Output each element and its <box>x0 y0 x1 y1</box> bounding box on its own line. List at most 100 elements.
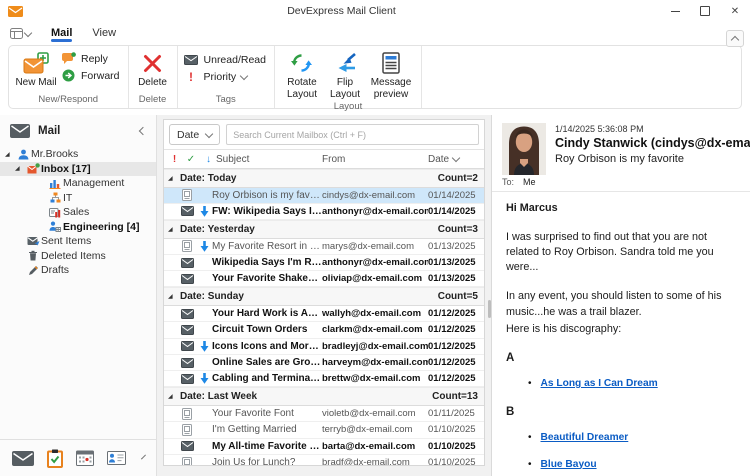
chevron-up-icon <box>731 36 739 44</box>
song-link[interactable]: As Long as I Can Dream <box>541 377 658 391</box>
maximize-button[interactable] <box>690 0 720 22</box>
splitter-handle[interactable] <box>488 300 491 318</box>
subject-column-header[interactable]: Subject <box>216 154 322 165</box>
message-row[interactable]: My All-time Favorite Quotebarta@dx-email… <box>164 439 484 455</box>
collapse-sidebar-icon[interactable] <box>139 127 147 135</box>
forward-button[interactable]: Forward <box>61 69 120 82</box>
sidebar-item-management[interactable]: Management <box>0 176 156 191</box>
bullet: • <box>528 377 532 391</box>
group-expander-icon[interactable]: ◢ <box>168 293 180 300</box>
message-row[interactable]: Your Hard Work is Appreciatedwallyh@dx-e… <box>164 306 484 322</box>
unread-envelope-icon <box>177 374 197 384</box>
priority-button[interactable]: ! Priority <box>184 70 266 84</box>
new-mail-label: New Mail <box>15 77 56 89</box>
message-row[interactable]: My Favorite Resort in Las Vegasmarys@dx-… <box>164 239 484 255</box>
tab-mail[interactable]: Mail <box>41 27 82 42</box>
group-label: Date: Yesterday <box>180 224 438 235</box>
song-link[interactable]: Beautiful Dreamer <box>541 431 629 445</box>
minimize-icon <box>671 11 680 12</box>
ribbon-tab-row: Mail View <box>0 22 750 42</box>
message-row[interactable]: Circuit Town Ordersclarkm@dx-email.com01… <box>164 322 484 338</box>
module-people-icon[interactable] <box>107 451 126 465</box>
tree-expander-icon[interactable]: ◢ <box>5 151 15 158</box>
discography-item: •Blue Bayou <box>528 458 736 472</box>
sidebar-item-engineering[interactable]: Engineering [4] <box>0 220 156 235</box>
message-row[interactable]: Cabling and Terminationbrettw@dx-email.c… <box>164 371 484 387</box>
message-subject-cell: Icons Icons and More Icons <box>212 341 322 352</box>
folder-label: Inbox <box>41 163 69 175</box>
delete-label: Delete <box>138 77 167 89</box>
group-header[interactable]: ◢Date: SundayCount=5 <box>164 287 484 306</box>
module-calendar-icon[interactable] <box>76 450 94 466</box>
search-input[interactable] <box>226 124 479 145</box>
application-menu-button[interactable] <box>10 28 31 39</box>
message-row[interactable]: FW: Wikipedia Says I'm Rightanthonyr@dx-… <box>164 204 484 220</box>
tab-view[interactable]: View <box>82 27 126 42</box>
message-preview-button[interactable]: Message preview <box>365 49 417 100</box>
group-count: Count=2 <box>438 173 478 184</box>
priority-column-icon[interactable]: ↓ <box>201 154 216 165</box>
hierarchy-icon <box>47 192 63 203</box>
unread-envelope-icon <box>177 358 197 368</box>
group-header[interactable]: ◢Date: YesterdayCount=3 <box>164 220 484 239</box>
sort-by-date-dropdown[interactable]: Date <box>169 124 220 145</box>
module-tasks-icon[interactable] <box>47 449 63 468</box>
module-options-chevron-icon[interactable] <box>141 455 146 460</box>
to-label: To: <box>502 177 514 187</box>
group-expander-icon[interactable]: ◢ <box>168 175 180 182</box>
message-row[interactable]: Icons Icons and More Iconsbradleyj@dx-em… <box>164 339 484 355</box>
flip-layout-button[interactable]: Flip Layout <box>325 49 365 100</box>
titlebar: DevExpress Mail Client ✕ <box>0 0 750 22</box>
message-list-panel: Date ! ✓ ↓ Subject From Date ◢Date: Toda… <box>163 119 485 466</box>
rotate-layout-button[interactable]: Rotate Layout <box>279 49 325 100</box>
group-expander-icon[interactable]: ◢ <box>168 393 180 400</box>
delete-icon <box>142 51 163 75</box>
ribbon-group-tags: Unread/Read ! Priority Tags <box>178 46 275 108</box>
collapse-ribbon-button[interactable] <box>726 30 744 47</box>
group-expander-icon[interactable]: ◢ <box>168 226 180 233</box>
group-label-tags: Tags <box>182 93 270 107</box>
message-row[interactable]: Wikipedia Says I'm Rightanthonyr@dx-emai… <box>164 255 484 271</box>
message-subject-cell: Your Favorite Shakespeare Play <box>212 273 322 284</box>
message-row[interactable]: Join Us for Lunch?bradf@dx-email.com01/1… <box>164 455 484 465</box>
importance-column-icon[interactable]: ! <box>164 154 181 165</box>
message-row[interactable]: Your Favorite Shakespeare Playoliviap@dx… <box>164 271 484 287</box>
message-body: Hi Marcus I was surprised to find out th… <box>492 192 750 476</box>
chart-icon <box>47 178 63 189</box>
sidebar-item-it[interactable]: IT <box>0 191 156 206</box>
sidebar-item-sales[interactable]: Sales <box>0 205 156 220</box>
unread-envelope-icon <box>177 325 197 335</box>
reply-button[interactable]: Reply <box>61 52 120 65</box>
sidebar-item-deleted-items[interactable]: Deleted Items <box>0 249 156 264</box>
read-state-column-icon[interactable]: ✓ <box>181 154 201 165</box>
message-row[interactable]: Online Sales are Growingharveym@dx-email… <box>164 355 484 371</box>
close-button[interactable]: ✕ <box>720 0 750 22</box>
message-row[interactable]: I'm Getting Marriedterryb@dx-email.com01… <box>164 422 484 438</box>
from-column-header[interactable]: From <box>322 154 428 165</box>
group-header[interactable]: ◢Date: Last WeekCount=13 <box>164 387 484 406</box>
sidebar-item-sent-items[interactable]: Sent Items <box>0 234 156 249</box>
discography: A•As Long as I Can DreamB•Beautiful Drea… <box>506 350 736 476</box>
sidebar-item-drafts[interactable]: Drafts <box>0 263 156 278</box>
date-column-header[interactable]: Date <box>428 154 484 165</box>
message-row[interactable]: Your Favorite Fontvioletb@dx-email.com01… <box>164 406 484 422</box>
message-date-cell: 01/13/2025 <box>428 273 484 284</box>
message-date-cell: 01/12/2025 <box>428 373 484 384</box>
song-link[interactable]: Blue Bayou <box>541 458 597 472</box>
minimize-button[interactable] <box>660 0 690 22</box>
folder-label: Management <box>63 177 124 189</box>
unread-envelope-icon <box>177 441 197 451</box>
ribbon-group-layout: Rotate Layout Flip Layout Message previe… <box>275 46 422 108</box>
tree-expander-icon[interactable]: ◢ <box>15 165 25 172</box>
message-row[interactable]: Roy Orbison is my favoritecindys@dx-emai… <box>164 188 484 204</box>
new-mail-button[interactable]: New Mail <box>13 49 59 89</box>
delete-button[interactable]: Delete <box>133 49 173 89</box>
module-mail-icon[interactable] <box>12 451 34 466</box>
envelope-icon <box>184 55 199 65</box>
unread-read-button[interactable]: Unread/Read <box>184 54 266 66</box>
discography-section-heading: A <box>506 350 736 366</box>
sidebar-item-mr-brooks[interactable]: ◢Mr.Brooks <box>0 147 156 162</box>
group-header[interactable]: ◢Date: TodayCount=2 <box>164 169 484 188</box>
sidebar-item-inbox[interactable]: ◢Inbox [17] <box>0 162 156 177</box>
message-subject: Roy Orbison is my favorite <box>555 153 740 165</box>
